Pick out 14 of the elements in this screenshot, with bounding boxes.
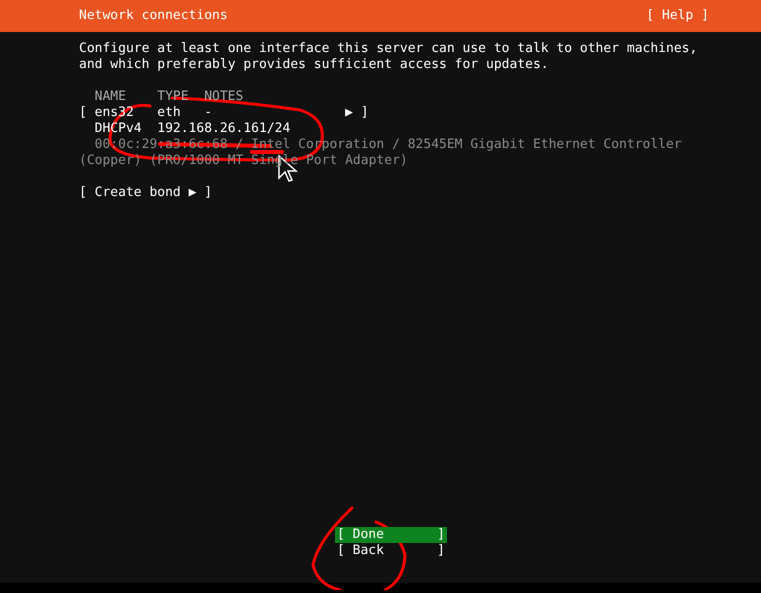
interface-notes: - — [204, 105, 214, 121]
ip-address: 192.168.26.161/24 — [157, 121, 290, 137]
submenu-arrow: ▶ — [345, 105, 354, 121]
column-header: NAME — [94, 89, 127, 105]
description-text: Configure at least one interface this server can use to talk to other machines, and which preferably provides sufficient access for updates. — [79, 41, 698, 73]
help-button[interactable]: [ Help ] — [646, 8, 709, 24]
create-bond-button[interactable]: [ Create bond ▶ ] — [79, 185, 212, 201]
interface-type: eth — [157, 105, 182, 121]
screen-title: Network connections — [79, 8, 228, 24]
column-header: TYPE — [157, 89, 190, 105]
menu-button[interactable]: [ Done ] — [335, 527, 447, 543]
bracket: ] — [360, 105, 369, 121]
menu-button[interactable]: [ Back ] — [335, 543, 447, 559]
bracket: [ — [79, 105, 88, 121]
